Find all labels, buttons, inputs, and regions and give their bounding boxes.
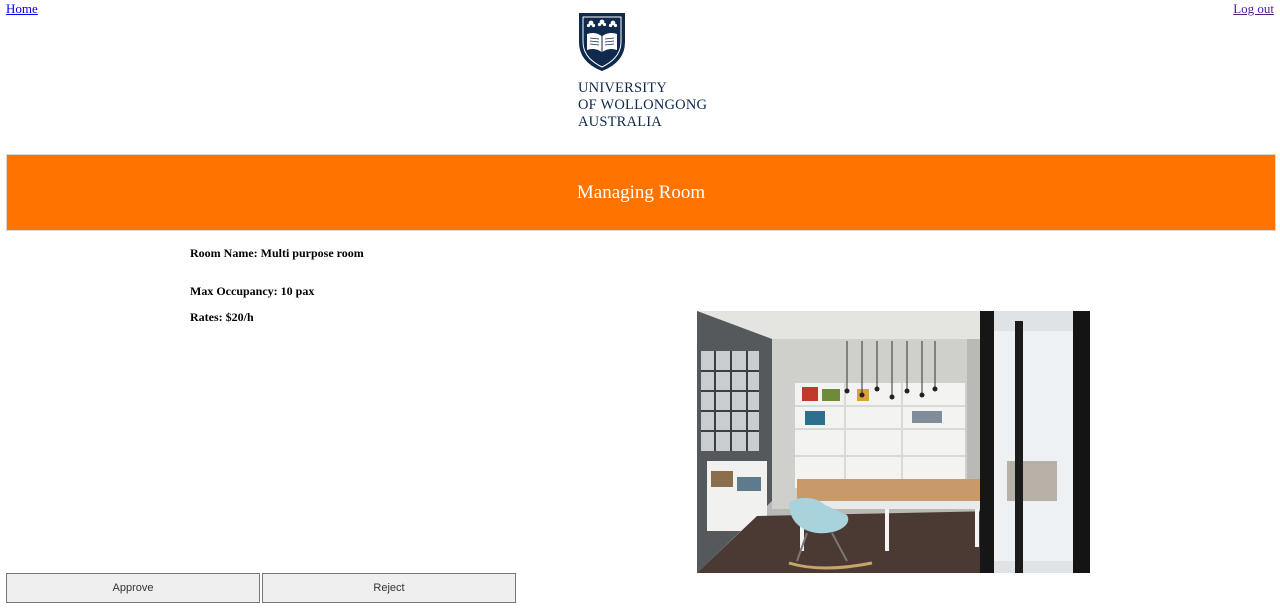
page-title: Managing Room xyxy=(576,181,706,203)
rates-text: Rates: $20/h xyxy=(190,310,254,324)
home-link[interactable]: Home xyxy=(6,1,38,17)
logo-text-line: OF WOLLONGONG xyxy=(578,97,708,113)
logo-text-line: UNIVERSITY xyxy=(578,80,667,96)
page-banner: Managing Room xyxy=(6,154,1276,231)
reject-button[interactable]: Reject xyxy=(262,573,516,603)
room-name-text: Room Name: Multi purpose room xyxy=(190,246,364,260)
max-occupancy-text: Max Occupancy: 10 pax xyxy=(190,284,315,298)
approve-button[interactable]: Approve xyxy=(6,573,260,603)
university-logo: UNIVERSITY OF WOLLONGONG AUSTRALIA xyxy=(576,12,716,130)
university-wordmark: UNIVERSITY OF WOLLONGONG AUSTRALIA xyxy=(578,80,707,131)
logout-link[interactable]: Log out xyxy=(1233,1,1274,17)
logo-text-line: AUSTRALIA xyxy=(578,114,662,130)
university-crest-icon xyxy=(579,13,625,72)
room-photo xyxy=(697,311,1090,573)
